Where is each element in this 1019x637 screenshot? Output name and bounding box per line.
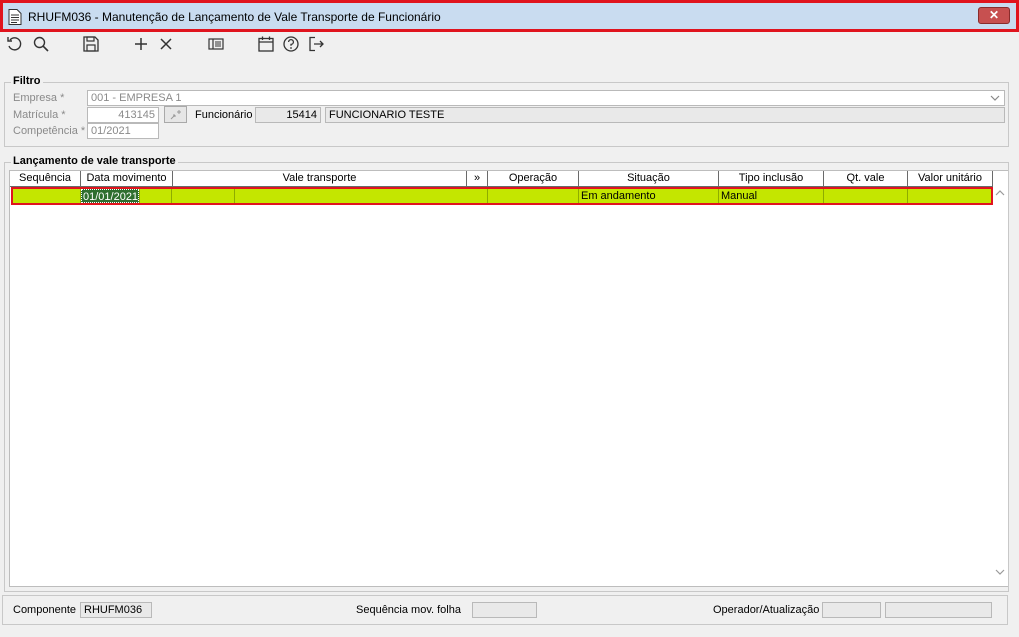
filtro-left-border <box>4 82 5 146</box>
col-expand-button[interactable]: » <box>467 171 488 187</box>
save-button[interactable] <box>82 35 104 55</box>
exit-button[interactable] <box>307 35 329 55</box>
competencia-label: Competência * <box>13 125 86 137</box>
filtro-title: Filtro <box>11 75 43 87</box>
matricula-field[interactable]: 413145 <box>87 107 159 123</box>
window-titlebar: RHUFM036 - Manutenção de Lançamento de V… <box>0 0 1019 32</box>
componente-field: RHUFM036 <box>80 602 152 618</box>
funcionario-code-field: 15414 <box>255 107 321 123</box>
cell-valor-unitario[interactable] <box>908 189 991 203</box>
table-row[interactable]: 01/01/2021 Em andamento Manual <box>11 187 993 205</box>
undo-button[interactable] <box>6 35 28 55</box>
cell-vale-codigo[interactable] <box>139 189 172 203</box>
list-icon <box>208 38 224 50</box>
filtro-bottom-border <box>4 146 1009 147</box>
undo-icon <box>7 37 22 51</box>
lookup-icon <box>170 110 181 120</box>
empresa-value: 001 - EMPRESA 1 <box>91 92 182 104</box>
cell-sequencia[interactable] <box>13 189 81 203</box>
matricula-label: Matrícula * <box>13 109 66 121</box>
cell-tipo-inclusao[interactable]: Manual <box>719 189 824 203</box>
funcionario-name-field: FUNCIONARIO TESTE <box>325 107 1005 123</box>
matricula-lookup-button[interactable] <box>164 106 187 123</box>
calendar-button[interactable] <box>257 35 279 55</box>
document-icon <box>8 9 22 25</box>
lancamento-right-border <box>1008 162 1009 592</box>
window-title: RHUFM036 - Manutenção de Lançamento de V… <box>28 10 441 24</box>
delete-icon <box>160 38 172 50</box>
scroll-down-icon[interactable] <box>995 569 1005 576</box>
cell-vale-codigo-2[interactable] <box>172 189 235 203</box>
cell-vale-descricao[interactable] <box>235 189 488 203</box>
toolbar <box>0 32 1019 58</box>
close-icon: ✕ <box>988 8 1000 22</box>
close-button[interactable]: ✕ <box>978 7 1010 24</box>
cell-operacao[interactable] <box>488 189 579 203</box>
col-operacao[interactable]: Operação <box>488 171 579 187</box>
col-data-movimento[interactable]: Data movimento <box>81 171 173 187</box>
exit-icon <box>309 36 324 52</box>
help-icon <box>283 36 299 52</box>
componente-label: Componente <box>13 604 76 616</box>
vertical-scrollbar[interactable] <box>993 187 1008 586</box>
list-button[interactable] <box>207 35 229 55</box>
seq-mov-folha-label: Sequência mov. folha <box>356 604 461 616</box>
col-qt-vale[interactable]: Qt. vale <box>824 171 908 187</box>
lancamento-title: Lançamento de vale transporte <box>11 155 178 167</box>
lancamento-grid: Sequência Data movimento Vale transporte… <box>9 170 1009 587</box>
empresa-label: Empresa * <box>13 92 65 104</box>
scroll-up-icon[interactable] <box>995 189 1005 196</box>
seq-mov-folha-field <box>472 602 537 618</box>
lancamento-bottom-border <box>4 591 1009 592</box>
cell-data-movimento[interactable]: 01/01/2021 <box>81 189 139 203</box>
operador-field <box>822 602 881 618</box>
operador-label: Operador/Atualização <box>713 604 820 616</box>
save-icon <box>83 36 99 52</box>
calendar-icon <box>258 36 274 52</box>
filtro-group-line <box>4 82 1009 83</box>
search-button[interactable] <box>32 35 54 55</box>
empresa-select[interactable]: 001 - EMPRESA 1 <box>87 90 1005 106</box>
competencia-field[interactable]: 01/2021 <box>87 123 159 139</box>
funcionario-label: Funcionário <box>195 109 253 121</box>
col-sequencia[interactable]: Sequência <box>10 171 81 187</box>
cell-situacao[interactable]: Em andamento <box>579 189 719 203</box>
col-vale-transporte[interactable]: Vale transporte <box>173 171 467 187</box>
lancamento-left-border <box>4 162 5 592</box>
col-situacao[interactable]: Situação <box>579 171 719 187</box>
help-button[interactable] <box>282 35 304 55</box>
filtro-right-border <box>1008 82 1009 146</box>
cell-qt-vale[interactable] <box>824 189 908 203</box>
col-tipo-inclusao[interactable]: Tipo inclusão <box>719 171 824 187</box>
chevron-down-icon <box>990 95 1000 101</box>
add-icon <box>135 38 147 50</box>
atualizacao-field <box>885 602 992 618</box>
col-valor-unitario[interactable]: Valor unitário <box>908 171 993 187</box>
search-icon <box>33 36 49 52</box>
delete-button[interactable] <box>157 35 179 55</box>
add-button[interactable] <box>132 35 154 55</box>
